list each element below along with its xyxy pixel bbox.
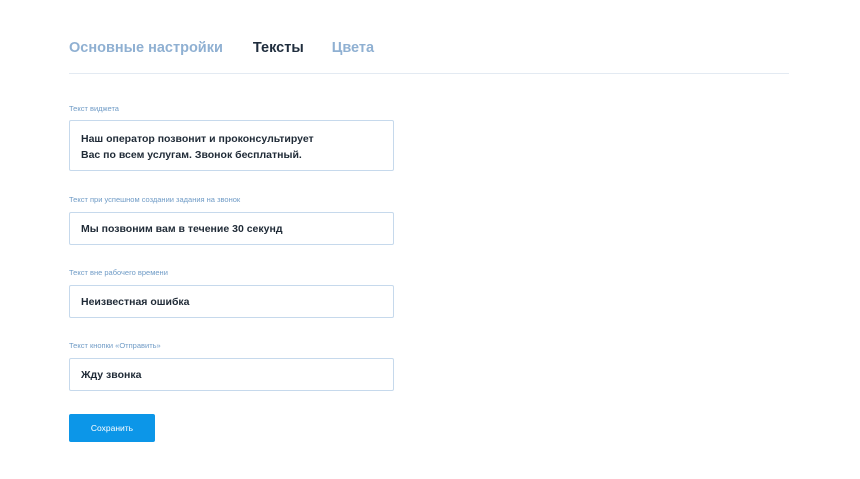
submit-text-label: Текст кнопки «Отправить» [69,341,161,350]
tab-main-settings[interactable]: Основные настройки [69,39,223,57]
tab-colors[interactable]: Цвета [332,39,374,57]
widget-text-field[interactable]: Наш оператор позвонит и проконсультирует… [69,120,394,171]
success-text-value: Мы позвоним вам в течение 30 секунд [81,222,283,235]
tabs-divider [69,73,789,74]
offhours-text-value: Неизвестная ошибка [81,295,190,308]
submit-text-field[interactable]: Жду звонка [69,358,394,391]
tab-texts[interactable]: Тексты [253,39,304,57]
save-button[interactable]: Сохранить [69,414,155,442]
settings-tabs: Основные настройки Тексты Цвета [69,38,374,58]
widget-text-line-1: Наш оператор позвонит и проконсультирует [81,133,314,145]
success-text-field[interactable]: Мы позвоним вам в течение 30 секунд [69,212,394,245]
widget-text-label: Текст виджета [69,104,119,113]
success-text-label: Текст при успешном создании задания на з… [69,195,241,204]
offhours-text-field[interactable]: Неизвестная ошибка [69,285,394,318]
offhours-text-label: Текст вне рабочего времени [69,268,168,277]
widget-text-line-2: Вас по всем услугам. Звонок бесплатный. [81,149,302,161]
submit-text-value: Жду звонка [81,368,142,381]
